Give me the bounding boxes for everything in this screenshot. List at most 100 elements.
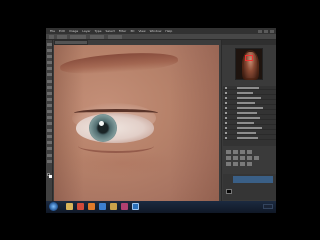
healing-brush-tool-icon[interactable] bbox=[47, 80, 52, 83]
minimize-button[interactable] bbox=[258, 29, 262, 33]
list-item[interactable] bbox=[223, 131, 276, 135]
visibility-icon[interactable] bbox=[225, 117, 227, 119]
brush-tool-icon[interactable] bbox=[47, 86, 52, 89]
photoshop-window: File Edit Image Layer Type Select Filter… bbox=[46, 28, 276, 213]
under-eye-area bbox=[68, 149, 178, 177]
brightness-icon[interactable] bbox=[226, 150, 231, 154]
list-item[interactable] bbox=[223, 121, 276, 125]
flow-field[interactable] bbox=[108, 35, 122, 39]
list-item-label bbox=[237, 102, 255, 104]
eraser-tool-icon[interactable] bbox=[47, 104, 52, 107]
eyedropper-tool-icon[interactable] bbox=[47, 73, 52, 76]
crop-tool-icon[interactable] bbox=[47, 67, 52, 70]
layer-thumbnail[interactable] bbox=[226, 189, 232, 194]
opacity-field[interactable] bbox=[90, 35, 104, 39]
color-balance-icon[interactable] bbox=[240, 156, 245, 160]
visibility-icon[interactable] bbox=[225, 137, 227, 139]
threshold-icon[interactable] bbox=[240, 162, 245, 166]
list-item[interactable] bbox=[223, 106, 276, 110]
photoshop-icon[interactable] bbox=[132, 203, 139, 210]
eyelashes bbox=[74, 109, 158, 117]
visibility-icon[interactable] bbox=[225, 132, 227, 134]
gradient-tool-icon[interactable] bbox=[47, 110, 52, 113]
image-canvas[interactable] bbox=[54, 45, 219, 201]
pen-tool-icon[interactable] bbox=[47, 129, 52, 132]
close-button[interactable] bbox=[270, 29, 274, 33]
visibility-icon[interactable] bbox=[225, 87, 227, 89]
list-item-label bbox=[237, 127, 262, 129]
paint-icon[interactable] bbox=[121, 203, 128, 210]
navigator-preview[interactable] bbox=[235, 48, 263, 80]
right-panels bbox=[221, 40, 276, 201]
curves-icon[interactable] bbox=[240, 150, 245, 154]
list-item-label bbox=[237, 122, 254, 124]
history-brush-tool-icon[interactable] bbox=[47, 98, 52, 101]
background-color-swatch[interactable] bbox=[49, 175, 52, 178]
visibility-icon[interactable] bbox=[225, 122, 227, 124]
marquee-tool-icon[interactable] bbox=[47, 49, 52, 52]
panel-tab-strip[interactable] bbox=[222, 40, 276, 45]
system-clock[interactable] bbox=[263, 204, 273, 209]
visibility-icon[interactable] bbox=[225, 92, 227, 94]
photo-filter-icon[interactable] bbox=[254, 156, 259, 160]
clone-stamp-tool-icon[interactable] bbox=[47, 92, 52, 95]
list-item[interactable] bbox=[223, 101, 276, 105]
move-tool-icon[interactable] bbox=[47, 43, 52, 46]
list-item[interactable] bbox=[223, 86, 276, 90]
chrome-icon[interactable] bbox=[77, 203, 84, 210]
zoom-tool-icon[interactable] bbox=[47, 160, 52, 163]
start-button[interactable] bbox=[49, 202, 58, 211]
dodge-tool-icon[interactable] bbox=[47, 122, 52, 125]
selected-layer-row[interactable] bbox=[233, 176, 273, 183]
hand-tool-icon[interactable] bbox=[47, 154, 52, 157]
gradient-map-icon[interactable] bbox=[247, 162, 252, 166]
list-item-label bbox=[237, 92, 253, 94]
adjustments-panel bbox=[226, 150, 274, 172]
blur-tool-icon[interactable] bbox=[47, 116, 52, 119]
list-item-label bbox=[237, 87, 259, 89]
path-select-tool-icon[interactable] bbox=[47, 141, 52, 144]
firefox-icon[interactable] bbox=[88, 203, 95, 210]
list-item-label bbox=[237, 107, 263, 109]
maximize-button[interactable] bbox=[264, 29, 268, 33]
eye-iris bbox=[89, 114, 117, 142]
eye-catchlight bbox=[99, 121, 104, 126]
brush-size-picker[interactable] bbox=[57, 35, 67, 39]
posterize-icon[interactable] bbox=[233, 162, 238, 166]
vibrance-icon[interactable] bbox=[226, 156, 231, 160]
exposure-icon[interactable] bbox=[247, 150, 252, 154]
levels-icon[interactable] bbox=[233, 150, 238, 154]
list-item-label bbox=[237, 117, 260, 119]
lasso-tool-icon[interactable] bbox=[47, 55, 52, 58]
mode-dropdown[interactable] bbox=[70, 35, 86, 39]
explorer-icon[interactable] bbox=[66, 203, 73, 210]
visibility-icon[interactable] bbox=[225, 107, 227, 109]
layers-panel bbox=[223, 174, 276, 200]
list-item[interactable] bbox=[223, 136, 276, 140]
navigator-view-box[interactable] bbox=[245, 55, 253, 61]
hue-saturation-icon[interactable] bbox=[233, 156, 238, 160]
shape-tool-icon[interactable] bbox=[47, 147, 52, 150]
visibility-icon[interactable] bbox=[225, 97, 227, 99]
quick-select-tool-icon[interactable] bbox=[47, 61, 52, 64]
lower-eyelid bbox=[78, 139, 154, 153]
type-tool-icon[interactable] bbox=[47, 135, 52, 138]
tool-preset-picker[interactable] bbox=[49, 35, 54, 39]
list-item-label bbox=[237, 132, 256, 134]
tools-panel bbox=[46, 40, 53, 201]
list-item[interactable] bbox=[223, 126, 276, 130]
visibility-icon[interactable] bbox=[225, 112, 227, 114]
visibility-icon[interactable] bbox=[225, 127, 227, 129]
list-item-label bbox=[237, 97, 261, 99]
media-icon[interactable] bbox=[99, 203, 106, 210]
list-item[interactable] bbox=[223, 111, 276, 115]
invert-icon[interactable] bbox=[226, 162, 231, 166]
history-panel bbox=[223, 86, 276, 146]
list-item-label bbox=[237, 112, 257, 114]
folder-icon[interactable] bbox=[110, 203, 117, 210]
list-item[interactable] bbox=[223, 91, 276, 95]
list-item[interactable] bbox=[223, 96, 276, 100]
visibility-icon[interactable] bbox=[225, 102, 227, 104]
list-item[interactable] bbox=[223, 116, 276, 120]
black-white-icon[interactable] bbox=[247, 156, 252, 160]
